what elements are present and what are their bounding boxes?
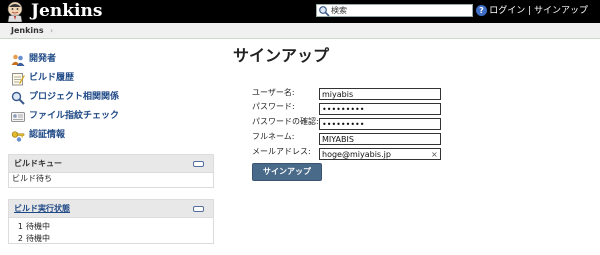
sidebar-item-label[interactable]: ビルド履歴: [29, 70, 74, 87]
app-title[interactable]: Jenkins: [31, 1, 102, 22]
build-queue-pane: ビルドキュー ビルド待ち: [8, 154, 214, 188]
sidebar-item-label[interactable]: 認証情報: [29, 127, 65, 144]
build-queue-header: ビルドキュー: [9, 155, 213, 173]
sidebar-tasks: 開発者 ビルド履歴 プロジェクト相関関係 ファイル指紋チェック 認証情報: [11, 51, 211, 146]
sidebar-item-label[interactable]: プロジェクト相関関係: [29, 89, 119, 106]
sidebar-item-credentials[interactable]: 認証情報: [11, 127, 211, 146]
top-header: Jenkins ? ログイン | サインアップ: [0, 0, 600, 23]
breadcrumb-chevron-icon[interactable]: ›: [50, 23, 53, 38]
help-icon[interactable]: ?: [476, 5, 487, 16]
build-executor-pane: ビルド実行状態 1 待機中 2 待機中: [8, 199, 214, 244]
credentials-icon: [11, 131, 25, 142]
sidebar-item-fingerprint[interactable]: ファイル指紋チェック: [11, 108, 211, 127]
executor-number: 2: [17, 234, 23, 243]
executor-status: 待機中: [26, 222, 50, 231]
collapse-icon[interactable]: [193, 161, 204, 167]
sidebar-item-people[interactable]: 開発者: [11, 51, 211, 70]
notepad-icon: [12, 73, 25, 86]
username-label: ユーザー名:: [252, 88, 295, 97]
build-queue-title: ビルドキュー: [14, 159, 62, 168]
password-confirm-label: パスワードの確認:: [252, 117, 319, 126]
sidebar-item-project-relationship[interactable]: プロジェクト相関関係: [11, 89, 211, 108]
email-field[interactable]: [319, 148, 441, 160]
email-label: メールアドレス:: [252, 147, 311, 156]
search-icon: [319, 6, 330, 17]
fingerprint-icon: [11, 112, 25, 122]
password-label: パスワード:: [252, 102, 295, 111]
jenkins-logo-icon[interactable]: [4, 1, 26, 22]
username-field[interactable]: [319, 88, 441, 100]
search-box: [316, 4, 473, 17]
sidebar-item-label[interactable]: 開発者: [29, 51, 56, 68]
build-executor-title-link[interactable]: ビルド実行状態: [14, 200, 70, 217]
sidebar-item-label[interactable]: ファイル指紋チェック: [29, 108, 119, 125]
page-title: サインアップ: [233, 46, 330, 65]
collapse-icon[interactable]: [193, 206, 204, 212]
sidebar-item-build-history[interactable]: ビルド履歴: [11, 70, 211, 89]
login-link[interactable]: ログイン: [489, 6, 525, 16]
signup-link[interactable]: サインアップ: [534, 6, 588, 16]
password-field[interactable]: [319, 103, 441, 115]
build-queue-status: ビルド待ち: [12, 174, 52, 183]
people-icon: [11, 54, 25, 66]
signup-button[interactable]: サインアップ: [252, 163, 322, 181]
clear-icon[interactable]: ×: [431, 150, 438, 160]
executor-number: 1: [17, 222, 23, 231]
header-links: ログイン | サインアップ: [489, 0, 588, 23]
breadcrumb: Jenkins ›: [0, 23, 600, 39]
fullname-label: フルネーム:: [252, 132, 295, 141]
search-input[interactable]: [331, 5, 471, 16]
search-icon: [11, 91, 25, 105]
executor-row: 1 待機中: [9, 221, 213, 233]
executor-status: 待機中: [26, 234, 50, 243]
breadcrumb-item-jenkins[interactable]: Jenkins: [11, 23, 44, 38]
executor-row: 2 待機中: [9, 233, 213, 245]
build-executor-header: ビルド実行状態: [9, 200, 213, 218]
fullname-field[interactable]: [319, 133, 441, 145]
header-link-separator: |: [525, 6, 534, 16]
password-confirm-field[interactable]: [319, 118, 441, 130]
